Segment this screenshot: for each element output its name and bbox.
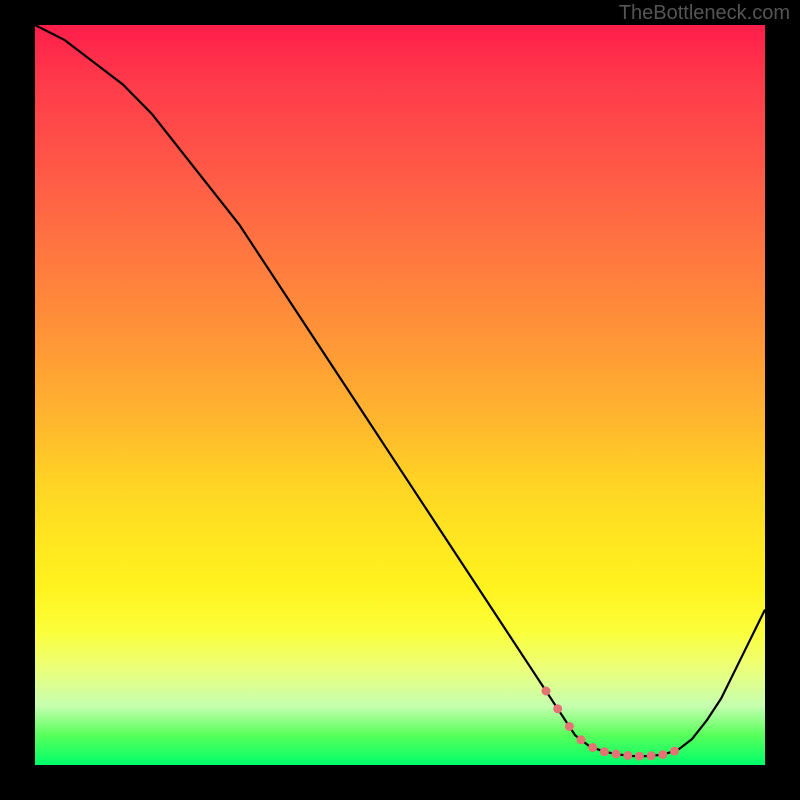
highlight-dot [670,747,679,756]
attribution-text: TheBottleneck.com [619,2,790,25]
bottleneck-curve-svg [35,25,765,765]
highlight-dot [600,747,609,756]
bottleneck-curve-line [35,25,765,756]
highlight-dot [588,743,597,752]
chart-plot-area [35,25,765,765]
highlight-dot [612,750,621,759]
highlight-dot [542,687,551,696]
highlight-dot [577,735,586,744]
highlight-dot [553,704,562,713]
optimal-zone-markers [542,687,680,761]
highlight-dot [647,751,656,760]
highlight-dot [565,722,574,731]
highlight-dot [623,751,632,760]
highlight-dot [635,752,644,761]
highlight-dot [658,750,667,759]
